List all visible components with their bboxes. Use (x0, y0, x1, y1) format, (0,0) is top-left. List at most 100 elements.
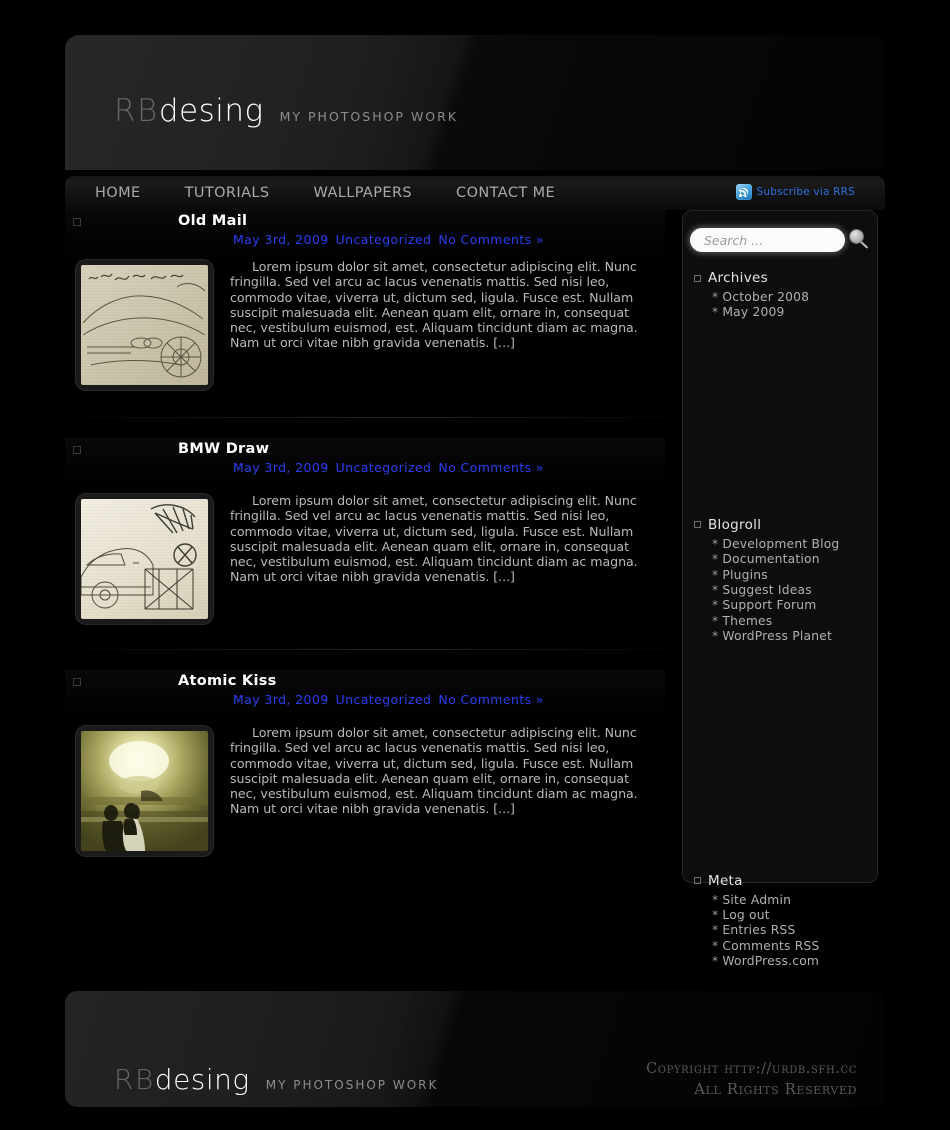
post-date[interactable]: May 3rd, 2009 (233, 692, 329, 707)
list-item[interactable]: * Documentation (712, 552, 878, 567)
post-thumbnail-frame[interactable] (75, 493, 214, 625)
logo-text-desing: desing (158, 93, 264, 129)
list-bullet-icon: * (712, 290, 719, 304)
nav-item-wallpapers[interactable]: WALLPAPERS (292, 176, 435, 210)
copyright-line-1: Copyright http://urdb.sfh.cc (646, 1061, 857, 1077)
footer-logo-tagline: my photoshop work (265, 1078, 439, 1092)
post-body: Lorem ipsum dolor sit amet, consectetur … (65, 247, 665, 391)
blogroll-link-themes[interactable]: Themes (722, 614, 772, 628)
list-bullet-icon: * (712, 923, 719, 938)
list-item[interactable]: * Support Forum (712, 598, 878, 613)
logo-text-rb: RB (114, 93, 159, 129)
list-bullet-icon: * (712, 305, 719, 320)
post-date[interactable]: May 3rd, 2009 (233, 232, 329, 247)
list-bullet-icon: * (712, 583, 719, 598)
post-category[interactable]: Uncategorized (336, 460, 432, 475)
widget-bullet-icon (694, 521, 701, 529)
widget-title-meta: Meta (708, 872, 743, 889)
sidebar: Archives *October 2008 *May 2009 Blogrol… (682, 210, 878, 968)
post-category[interactable]: Uncategorized (336, 232, 432, 247)
copyright-block: Copyright http://urdb.sfh.cc All Rights … (646, 1059, 857, 1099)
post-thumbnail-image (81, 499, 208, 619)
blogroll-link-development-blog[interactable]: Development Blog (722, 537, 839, 551)
blogroll-link-support-forum[interactable]: Support Forum (722, 598, 816, 612)
list-item[interactable]: * Suggest Ideas (712, 583, 878, 598)
post-separator (65, 417, 665, 418)
list-bullet-icon: * (712, 892, 719, 907)
post-bullet-icon (73, 678, 81, 686)
widget-list-archives: * October 2008 * May 2009 (694, 290, 878, 321)
archives-link-may-2009[interactable]: May 2009 (722, 305, 784, 319)
post-item: BMW Draw May 3rd, 2009 Uncategorized No Co… (65, 438, 665, 650)
nav-item-contact-me[interactable]: CONTACT ME (434, 176, 577, 210)
blogroll-link-suggest-ideas[interactable]: Suggest Ideas (722, 583, 811, 597)
list-item[interactable]: * May 2009 (712, 305, 878, 320)
nav-link-tutorials[interactable]: TUTORIALS (163, 176, 292, 210)
content-area: Old Mail May 3rd, 2009 Uncategorized No Co… (65, 210, 885, 980)
blogroll-link-documentation[interactable]: Documentation (722, 552, 819, 566)
nav-item-tutorials[interactable]: TUTORIALS (163, 176, 292, 210)
meta-link-comments-rss[interactable]: Comments RSS (722, 939, 819, 953)
search-button[interactable] (849, 229, 871, 251)
post-thumbnail-frame[interactable] (75, 725, 214, 857)
widget-bullet-icon (694, 877, 701, 885)
post-comments-link[interactable]: No Comments » (438, 692, 544, 707)
site-logo[interactable]: RB desing my photoshop work (114, 93, 458, 129)
post-meta: May 3rd, 2009 Uncategorized No Comments » (233, 689, 665, 707)
list-bullet-icon: * (712, 552, 719, 567)
post-thumbnail-frame[interactable] (75, 259, 214, 391)
archives-link-october-2008[interactable]: October 2008 (722, 290, 809, 304)
widget-list-meta: * Site Admin * Log out * Entries RSS * Comme… (694, 893, 878, 970)
post-title[interactable]: BMW Draw (178, 438, 665, 457)
search-form (682, 222, 878, 252)
widget-bullet-icon (694, 274, 701, 282)
blogroll-link-plugins[interactable]: Plugins (722, 568, 767, 582)
list-item[interactable]: * WordPress.com (712, 954, 878, 969)
subscribe-rss-link[interactable]: Subscribe via RRS (735, 184, 856, 200)
list-item[interactable]: * Site Admin (712, 893, 878, 908)
widget-meta: Meta * Site Admin * Log out * Entries RSS *… (682, 873, 878, 970)
blogroll-link-wordpress-planet[interactable]: WordPress Planet (722, 629, 832, 643)
list-bullet-icon: * (712, 567, 719, 582)
nav-item-home[interactable]: HOME (73, 176, 163, 210)
list-bullet-icon: * (712, 938, 719, 953)
post-thumbnail-image (81, 265, 208, 385)
search-input[interactable] (690, 228, 845, 252)
post-item: Old Mail May 3rd, 2009 Uncategorized No Co… (65, 210, 665, 418)
widget-title-row: Archives (694, 270, 878, 286)
post-comments-link[interactable]: No Comments » (438, 232, 544, 247)
list-item[interactable]: * October 2008 (712, 290, 878, 305)
post-category[interactable]: Uncategorized (336, 692, 432, 707)
post-title[interactable]: Atomic Kiss (178, 670, 665, 689)
meta-link-wordpress-com[interactable]: WordPress.com (722, 954, 819, 968)
post-date[interactable]: May 3rd, 2009 (233, 460, 329, 475)
meta-link-site-admin[interactable]: Site Admin (722, 893, 791, 907)
page-root: RB desing my photoshop work HOME TUTORIAL… (0, 0, 950, 1130)
list-item[interactable]: * WordPress Planet (712, 629, 878, 644)
nav-link-wallpapers[interactable]: WALLPAPERS (292, 176, 435, 210)
nav-link-contact-me[interactable]: CONTACT ME (434, 176, 577, 210)
post-bullet-icon (73, 218, 81, 226)
meta-link-entries-rss[interactable]: Entries RSS (722, 923, 795, 937)
list-bullet-icon: * (712, 536, 719, 551)
post-meta: May 3rd, 2009 Uncategorized No Comments » (233, 457, 665, 475)
meta-link-log-out[interactable]: Log out (722, 908, 769, 922)
post-body: Lorem ipsum dolor sit amet, consectetur … (65, 707, 665, 857)
list-bullet-icon: * (712, 954, 719, 969)
list-bullet-icon: * (712, 908, 719, 923)
post-comments-link[interactable]: No Comments » (438, 460, 544, 475)
list-item[interactable]: * Plugins (712, 568, 878, 583)
list-item[interactable]: * Entries RSS (712, 923, 878, 938)
list-item[interactable]: * Comments RSS (712, 939, 878, 954)
list-bullet-icon: * (712, 629, 719, 644)
main-navigation: HOME TUTORIALS WALLPAPERS CONTACT ME Sub… (65, 176, 885, 210)
post-excerpt: Lorem ipsum dolor sit amet, consectetur … (230, 493, 638, 585)
subscribe-rss-label: Subscribe via RRS (756, 186, 855, 198)
list-item[interactable]: * Development Blog (712, 537, 878, 552)
post-title[interactable]: Old Mail (178, 210, 665, 229)
list-item[interactable]: * Themes (712, 614, 878, 629)
footer-logo[interactable]: RB desing my photoshop work (114, 1063, 438, 1096)
list-bullet-icon: * (712, 598, 719, 613)
list-item[interactable]: * Log out (712, 908, 878, 923)
nav-link-home[interactable]: HOME (73, 176, 163, 210)
